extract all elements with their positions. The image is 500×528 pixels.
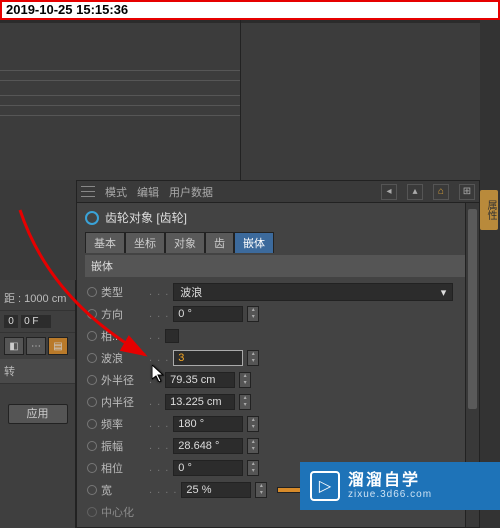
- anim-dot[interactable]: [87, 441, 97, 451]
- anim-dot[interactable]: [87, 397, 97, 407]
- play-icon: ▷: [310, 471, 340, 501]
- param-wave-label: 波浪: [101, 350, 145, 366]
- param-type: 类型 . . . 波浪 ▾: [85, 281, 471, 303]
- viewport[interactable]: [0, 20, 480, 180]
- param-width-label: 宽: [101, 482, 145, 498]
- watermark: ▷ 溜溜自学 zixue.3d66.com: [300, 462, 500, 510]
- anim-dot[interactable]: [87, 375, 97, 385]
- scrollbar-thumb[interactable]: [468, 209, 477, 409]
- outr-input[interactable]: 79.35 cm: [165, 372, 235, 388]
- param-outr-label: 外半径: [101, 372, 145, 388]
- param-direction: 方向 . . . 0 ° ▴▾: [85, 303, 471, 325]
- param-amplitude: 振幅 . . . 28.648 ° ▴▾: [85, 435, 471, 457]
- param-outer-radius: 外半径 . . 79.35 cm ▴▾: [85, 369, 471, 391]
- phase-input[interactable]: 0 °: [173, 460, 243, 476]
- timeline-icon-1[interactable]: ◧: [4, 337, 24, 355]
- param-amp-label: 振幅: [101, 438, 145, 454]
- timestamp-bar: 2019-10-25 15:15:36: [0, 0, 500, 20]
- rel-checkbox[interactable]: [165, 329, 179, 343]
- tab-basic[interactable]: 基本: [85, 232, 125, 253]
- param-rel-label: 相...: [101, 328, 145, 344]
- menu-userdata[interactable]: 用户数据: [169, 184, 213, 200]
- timeline-icons: ◧ ⋯ ▤: [0, 333, 75, 359]
- freq-input[interactable]: 180 °: [173, 416, 243, 432]
- inr-input[interactable]: 13.225 cm: [165, 394, 235, 410]
- section-row: 转: [0, 359, 75, 384]
- nav-back-icon[interactable]: ◂: [381, 184, 397, 200]
- distance-label: 距 : 1000 cm: [4, 293, 66, 305]
- section-title: 嵌体: [85, 255, 471, 277]
- phase-spinner[interactable]: ▴▾: [247, 460, 259, 476]
- wave-input[interactable]: 3: [173, 350, 243, 366]
- tab-inlay[interactable]: 嵌体: [234, 232, 274, 253]
- anim-dot[interactable]: [87, 463, 97, 473]
- nav-home-icon[interactable]: ⌂: [433, 184, 449, 200]
- nav-menu-icon[interactable]: ⊞: [459, 184, 475, 200]
- dir-input[interactable]: 0 °: [173, 306, 243, 322]
- menu-mode[interactable]: 模式: [105, 184, 127, 200]
- timeline-icon-dots[interactable]: ⋯: [26, 337, 46, 355]
- param-inner-radius: 内半径 . . 13.225 cm ▴▾: [85, 391, 471, 413]
- amp-input[interactable]: 28.648 °: [173, 438, 243, 454]
- width-spinner[interactable]: ▴▾: [255, 482, 267, 498]
- inr-spinner[interactable]: ▴▾: [239, 394, 251, 410]
- anim-dot[interactable]: [87, 353, 97, 363]
- viewport-divider: [240, 20, 241, 180]
- param-freq-label: 频率: [101, 416, 145, 432]
- param-dir-label: 方向: [101, 306, 145, 322]
- menu-edit[interactable]: 编辑: [137, 184, 159, 200]
- frame-value[interactable]: 0: [4, 315, 18, 328]
- param-inr-label: 内半径: [101, 394, 145, 410]
- param-type-label: 类型: [101, 284, 145, 300]
- anim-dot[interactable]: [87, 507, 97, 517]
- left-panel: 距 : 1000 cm 0 0 F ◧ ⋯ ▤ 转 应用: [0, 280, 76, 528]
- timestamp-text: 2019-10-25 15:15:36: [6, 2, 128, 17]
- chevron-down-icon: ▾: [441, 286, 447, 299]
- tab-object[interactable]: 对象: [165, 232, 205, 253]
- distance-row: 距 : 1000 cm: [0, 286, 75, 311]
- side-dock: 属性: [480, 20, 500, 528]
- tabs: 基本 坐标 对象 齿 嵌体: [85, 232, 471, 253]
- object-title-row: 齿轮对象 [齿轮]: [85, 209, 471, 226]
- param-relative: 相... . .: [85, 325, 471, 347]
- attribute-menubar: 模式 编辑 用户数据 ◂ ▴ ⌂ ⊞: [77, 181, 479, 203]
- anim-dot[interactable]: [87, 485, 97, 495]
- section-label: 转: [4, 366, 15, 378]
- watermark-url: zixue.3d66.com: [348, 489, 432, 500]
- type-value: 波浪: [180, 284, 202, 300]
- side-tab-attributes[interactable]: 属性: [480, 190, 498, 230]
- watermark-title: 溜溜自学: [348, 472, 432, 490]
- wave-spinner[interactable]: ▴▾: [247, 350, 259, 366]
- type-combo[interactable]: 波浪 ▾: [173, 283, 453, 301]
- hamburger-icon[interactable]: [81, 185, 95, 199]
- anim-dot[interactable]: [87, 287, 97, 297]
- nav-up-icon[interactable]: ▴: [407, 184, 423, 200]
- gear-object-icon: [85, 211, 99, 225]
- frame-row: 0 0 F: [0, 311, 75, 333]
- anim-dot[interactable]: [87, 309, 97, 319]
- dir-spinner[interactable]: ▴▾: [247, 306, 259, 322]
- apply-button[interactable]: 应用: [8, 404, 68, 424]
- outr-spinner[interactable]: ▴▾: [239, 372, 251, 388]
- freq-spinner[interactable]: ▴▾: [247, 416, 259, 432]
- tab-coord[interactable]: 坐标: [125, 232, 165, 253]
- anim-dot[interactable]: [87, 419, 97, 429]
- anim-dot[interactable]: [87, 331, 97, 341]
- param-center-label: 中心化: [101, 504, 145, 520]
- param-frequency: 频率 . . . 180 ° ▴▾: [85, 413, 471, 435]
- width-input[interactable]: 25 %: [181, 482, 251, 498]
- amp-spinner[interactable]: ▴▾: [247, 438, 259, 454]
- param-wave: 波浪 . . . 3 ▴▾: [85, 347, 471, 369]
- timeline-icon-film[interactable]: ▤: [48, 337, 68, 355]
- param-phase-label: 相位: [101, 460, 145, 476]
- object-title: 齿轮对象 [齿轮]: [105, 209, 187, 226]
- frame-unit[interactable]: 0 F: [21, 315, 51, 328]
- tab-teeth[interactable]: 齿: [205, 232, 234, 253]
